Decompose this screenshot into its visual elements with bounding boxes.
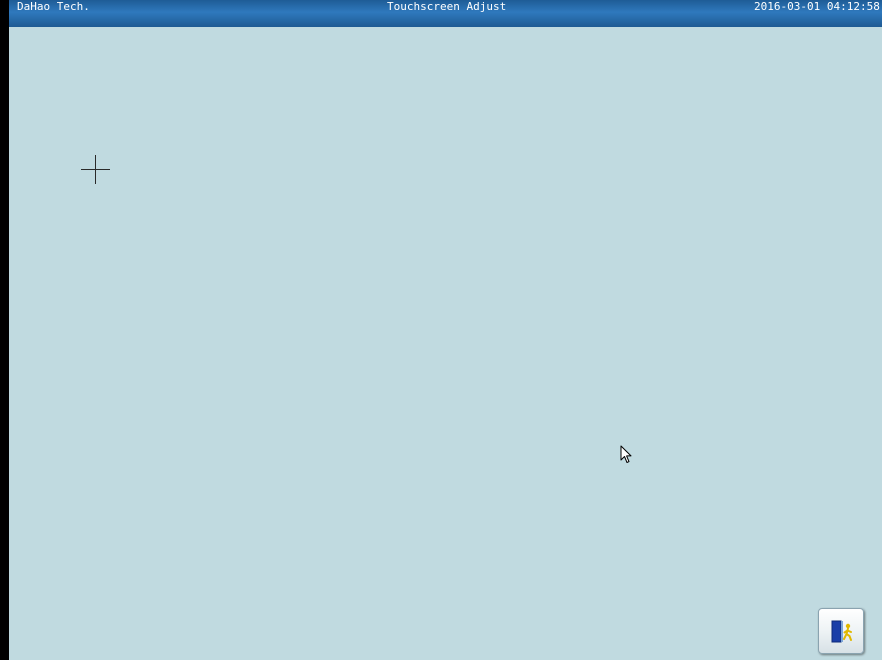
touchscreen-adjust-screen[interactable]: DaHao Tech. Touchscreen Adjust 2016-03-0… — [9, 0, 882, 660]
crosshair-vertical-line — [95, 155, 96, 184]
exit-door-icon — [831, 620, 852, 643]
datetime-label: 2016-03-01 04:12:58 — [754, 0, 880, 13]
page-title: Touchscreen Adjust — [387, 0, 507, 13]
title-bar: DaHao Tech. Touchscreen Adjust 2016-03-0… — [9, 0, 882, 27]
exit-button[interactable] — [818, 608, 864, 654]
mouse-pointer-icon — [620, 445, 632, 465]
brand-label: DaHao Tech. — [17, 0, 90, 13]
calibration-crosshair-icon[interactable] — [81, 155, 110, 184]
